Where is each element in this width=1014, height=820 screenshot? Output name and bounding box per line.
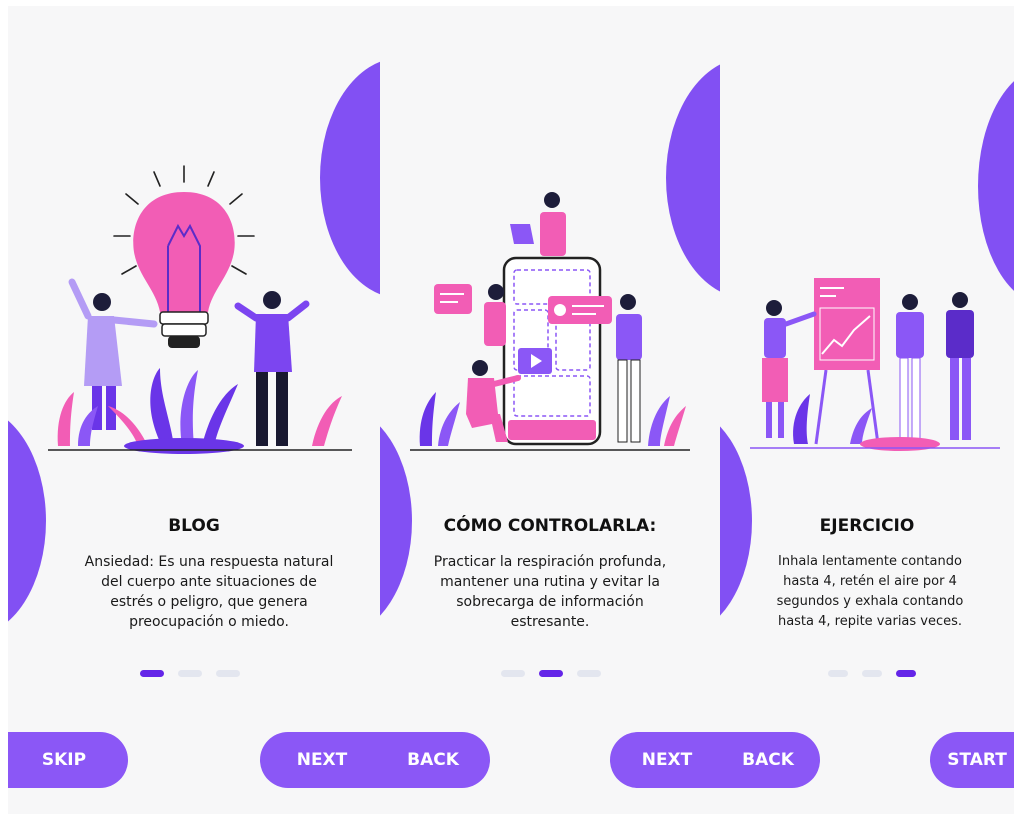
- screen-title: BLOG: [168, 516, 220, 536]
- onboarding-screen-exercise: EJERCICIO Inhala lentamente contando has…: [720, 6, 1014, 814]
- page-dot-1: [828, 670, 848, 677]
- page-dot-1: [501, 670, 525, 677]
- next-button[interactable]: NEXT: [610, 732, 720, 788]
- screen-title: EJERCICIO: [819, 516, 915, 536]
- decorative-blob-right: [978, 66, 1014, 306]
- skip-button[interactable]: SKIP: [8, 732, 128, 788]
- screen-description: Inhala lentamente contando hasta 4, reté…: [776, 554, 964, 629]
- page-dot-3: [896, 670, 916, 677]
- page-dot-1: [140, 670, 164, 677]
- page-dot-2: [539, 670, 563, 677]
- page-indicator: [501, 670, 601, 677]
- onboarding-stage: BLOG Ansiedad: Es una respuesta natural …: [0, 0, 1014, 820]
- presentation-chart-illustration: [750, 278, 1000, 451]
- screen-description: Ansiedad: Es una respuesta natural del c…: [84, 554, 334, 630]
- page-indicator: [140, 670, 240, 677]
- page-dot-3: [216, 670, 240, 677]
- onboarding-screen-control: CÓMO CONTROLARLA: Practicar la respiraci…: [380, 6, 720, 814]
- mobile-app-team-illustration: [410, 192, 690, 451]
- screen-description: Practicar la respiración profunda, mante…: [433, 554, 667, 630]
- page-indicator: [828, 670, 916, 677]
- onboarding-screen-blog: BLOG Ansiedad: Es una respuesta natural …: [8, 6, 380, 814]
- page-dot-3: [577, 670, 601, 677]
- next-button[interactable]: NEXT: [260, 732, 380, 788]
- screen-title: CÓMO CONTROLARLA:: [443, 516, 657, 536]
- page-dot-2: [178, 670, 202, 677]
- back-button[interactable]: BACK: [380, 732, 490, 788]
- page-dot-2: [862, 670, 882, 677]
- start-button[interactable]: START: [930, 732, 1014, 788]
- back-button[interactable]: BACK: [720, 732, 820, 788]
- lightbulb-idea-illustration: [48, 165, 352, 454]
